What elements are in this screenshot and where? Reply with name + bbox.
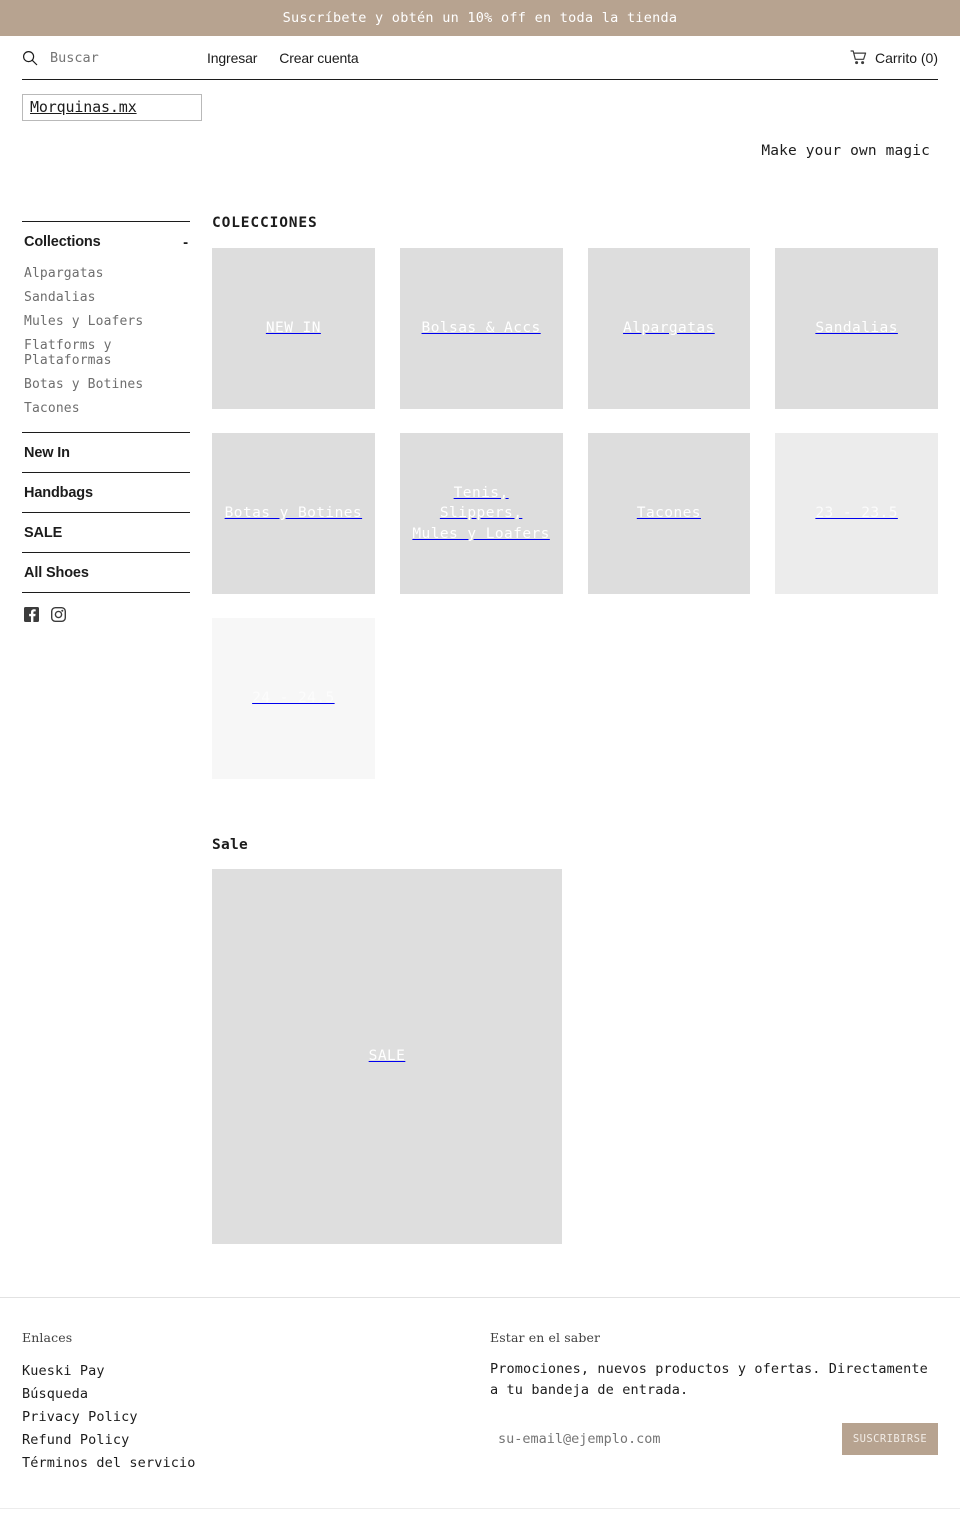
newsletter-form: SUSCRIBIRSE — [490, 1423, 938, 1456]
instagram-icon[interactable] — [51, 607, 66, 622]
collection-tile-bolsas-accs[interactable]: Bolsas & Accs — [399, 248, 563, 409]
sidebar-group-handbags: Handbags — [22, 472, 190, 512]
email-field[interactable] — [490, 1423, 842, 1456]
newsletter-column: Estar en el saber Promociones, nuevos pr… — [490, 1330, 938, 1474]
footer-links-column: Enlaces Kueski Pay Búsqueda Privacy Poli… — [22, 1330, 490, 1474]
sidebar-subitem-botas-y-botines[interactable]: Botas y Botines — [24, 372, 190, 396]
footer-link-busqueda[interactable]: Búsqueda — [22, 1382, 490, 1405]
site-logo[interactable]: Morquinas.mx — [22, 94, 202, 121]
cart-label: Carrito (0) — [874, 49, 938, 66]
search-icon[interactable] — [22, 50, 38, 66]
page-body: Collections - Alpargatas Sandalias Mules… — [0, 159, 960, 1244]
collection-tile-label: Tacones — [636, 505, 701, 522]
collection-tile-label: Sandalias — [815, 320, 898, 337]
sidebar-item-new-in-label: New In — [24, 445, 70, 461]
tagline-row: Make your own magic — [0, 121, 960, 159]
collection-tile-label: Tenis, Slippers, Mules y Loafers — [412, 484, 550, 542]
sidebar-subitems: Alpargatas Sandalias Mules y Loafers Fla… — [22, 261, 190, 432]
collection-tile-size-24[interactable]: 24 - 24.5 — [212, 618, 375, 779]
sale-tile-label: SALE — [368, 1048, 406, 1065]
sidebar-item-new-in[interactable]: New In — [22, 433, 190, 472]
logo-row: Morquinas.mx — [0, 80, 960, 121]
newsletter-heading: Estar en el saber — [490, 1330, 601, 1345]
facebook-icon[interactable] — [24, 607, 39, 622]
collection-tile-label: Alpargatas — [623, 320, 715, 337]
sale-section: Sale SALE — [212, 837, 938, 1244]
sidebar-group-collections: Collections - Alpargatas Sandalias Mules… — [22, 221, 190, 432]
sidebar-subitem-alpargatas[interactable]: Alpargatas — [24, 261, 190, 285]
collection-tile-label: 23 - 23.5 — [815, 505, 898, 522]
sidebar: Collections - Alpargatas Sandalias Mules… — [22, 211, 190, 622]
utility-header: Ingresar Crear cuenta Carrito (0) — [22, 36, 938, 80]
collection-tile-label: NEW IN — [265, 320, 321, 337]
social-links — [22, 593, 190, 622]
account-links: Ingresar Crear cuenta — [207, 50, 359, 66]
sidebar-item-all-shoes[interactable]: All Shoes — [22, 553, 190, 592]
footer-links-heading: Enlaces — [22, 1330, 73, 1345]
collection-tile-size-23[interactable]: 23 - 23.5 — [775, 433, 938, 594]
sidebar-item-sale[interactable]: SALE — [22, 513, 190, 552]
newsletter-description: Promociones, nuevos productos y ofertas.… — [490, 1361, 928, 1399]
sidebar-item-sale-label: SALE — [24, 525, 63, 541]
collections-heading: COLECCIONES — [212, 215, 318, 231]
login-link[interactable]: Ingresar — [207, 50, 257, 66]
sale-tile[interactable]: SALE — [212, 869, 562, 1244]
sidebar-subitem-tacones[interactable]: Tacones — [24, 396, 190, 420]
shopping-cart-icon — [850, 50, 867, 65]
tagline-text: Make your own magic — [761, 143, 930, 159]
sidebar-item-all-shoes-label: All Shoes — [24, 565, 89, 581]
footer-links-list: Kueski Pay Búsqueda Privacy Policy Refun… — [22, 1359, 490, 1474]
sidebar-item-handbags-label: Handbags — [24, 485, 93, 501]
search-input[interactable] — [50, 49, 170, 66]
collection-tile-label: Bolsas & Accs — [421, 320, 541, 337]
collection-tile-new-in[interactable]: NEW IN — [212, 248, 375, 409]
collection-tile-botas-y-botines[interactable]: Botas y Botines — [212, 433, 375, 594]
sidebar-group-all-shoes: All Shoes — [22, 552, 190, 592]
collapse-toggle-icon[interactable]: - — [183, 235, 188, 250]
sidebar-item-handbags[interactable]: Handbags — [22, 473, 190, 512]
subscribe-button[interactable]: SUSCRIBIRSE — [842, 1423, 938, 1456]
search-form[interactable] — [22, 49, 207, 66]
collection-tile-label: Botas y Botines — [224, 505, 363, 522]
sidebar-social-divider — [22, 592, 190, 622]
sidebar-subitem-flatforms-y-plataformas[interactable]: Flatforms y Plataformas — [24, 333, 190, 372]
sidebar-subitem-mules-y-loafers[interactable]: Mules y Loafers — [24, 309, 190, 333]
sidebar-item-collections-label: Collections — [24, 234, 101, 250]
bottom-bar: Derechos de autor © 2023, Morquinas.mx. … — [0, 1508, 960, 1526]
create-account-link[interactable]: Crear cuenta — [279, 50, 358, 66]
collection-tile-tenis-slippers-mules-loafers[interactable]: Tenis, Slippers, Mules y Loafers — [399, 433, 563, 594]
announcement-text: Suscríbete y obtén un 10% off en toda la… — [282, 10, 678, 26]
footer-link-refund-policy[interactable]: Refund Policy — [22, 1428, 490, 1451]
sidebar-subitem-sandalias[interactable]: Sandalias — [24, 285, 190, 309]
collection-tile-label: 24 - 24.5 — [252, 690, 335, 707]
footer-link-kueski-pay[interactable]: Kueski Pay — [22, 1359, 490, 1382]
announcement-bar: Suscríbete y obtén un 10% off en toda la… — [0, 0, 960, 36]
collection-grid: NEW IN Bolsas & Accs Alpargatas Sandalia… — [212, 248, 938, 779]
cart-link[interactable]: Carrito (0) — [850, 50, 938, 66]
collection-tile-alpargatas[interactable]: Alpargatas — [587, 248, 751, 409]
footer-link-privacy-policy[interactable]: Privacy Policy — [22, 1405, 490, 1428]
collection-tile-sandalias[interactable]: Sandalias — [775, 248, 938, 409]
sale-heading: Sale — [212, 837, 249, 853]
sidebar-item-collections[interactable]: Collections - — [22, 222, 190, 261]
footer: Enlaces Kueski Pay Búsqueda Privacy Poli… — [0, 1297, 960, 1474]
sidebar-group-sale: SALE — [22, 512, 190, 552]
sidebar-group-new-in: New In — [22, 432, 190, 472]
main-content: COLECCIONES NEW IN Bolsas & Accs Alparga… — [212, 211, 938, 1244]
footer-link-terminos-del-servicio[interactable]: Términos del servicio — [22, 1451, 490, 1474]
collection-tile-tacones[interactable]: Tacones — [587, 433, 751, 594]
